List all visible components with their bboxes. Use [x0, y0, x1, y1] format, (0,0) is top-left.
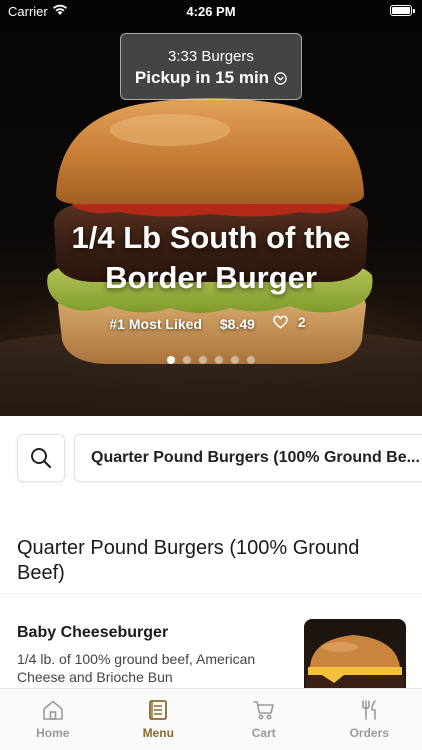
carousel-dot[interactable]	[215, 356, 223, 364]
chevron-down-circle-icon	[274, 71, 287, 85]
carousel-indicator[interactable]	[0, 356, 422, 364]
clock: 4:26 PM	[186, 4, 236, 19]
utensils-icon	[362, 700, 377, 720]
most-liked-badge: #1 Most Liked	[109, 316, 202, 332]
likes-count[interactable]: 2	[272, 314, 313, 330]
featured-title-line1: 1/4 Lb South of the	[71, 220, 351, 255]
heart-icon	[272, 315, 288, 329]
pickup-selector[interactable]: 3:33 Burgers Pickup in 15 min	[120, 33, 302, 100]
tab-menu[interactable]: Menu	[106, 689, 212, 750]
tab-orders[interactable]: Orders	[317, 689, 422, 750]
search-button[interactable]	[17, 434, 65, 482]
menu-item-card[interactable]: Baby Cheeseburger 1/4 lb. of 100% ground…	[0, 594, 422, 699]
tab-home[interactable]: Home	[0, 689, 106, 750]
item-description: 1/4 lb. of 100% ground beef, American Ch…	[17, 651, 256, 685]
hero-banner[interactable]: Carrier 4:26 PM 3:33 Burgers Pickup in 1…	[0, 0, 422, 416]
search-row: Quarter Pound Burgers (100% Ground Be...	[0, 416, 422, 500]
carousel-dot[interactable]	[231, 356, 239, 364]
pickup-time: Pickup in 15 min	[135, 68, 287, 88]
cart-icon	[252, 701, 274, 720]
tab-home-label: Home	[36, 726, 70, 740]
battery-icon	[390, 5, 415, 16]
tab-cart[interactable]: Cart	[211, 689, 317, 750]
home-icon	[42, 700, 63, 720]
status-bar: Carrier 4:26 PM	[0, 0, 422, 22]
carousel-dot[interactable]	[247, 356, 255, 364]
featured-item-title: 1/4 Lb South of the Border Burger	[0, 218, 422, 298]
tab-menu-label: Menu	[142, 726, 174, 740]
featured-title-line2: Border Burger	[105, 260, 317, 295]
tab-cart-label: Cart	[251, 726, 276, 740]
likes-number: 2	[297, 314, 306, 330]
item-name: Baby Cheeseburger	[17, 624, 169, 641]
tab-bar: Home Menu Cart Orders	[0, 688, 422, 750]
store-name: 3:33 Burgers	[168, 48, 254, 65]
featured-item-meta: #1 Most Liked $8.49 2	[0, 314, 422, 332]
menu-icon	[149, 700, 168, 720]
item-image	[304, 619, 406, 699]
category-tab-quarter-pound-burgers[interactable]: Quarter Pound Burgers (100% Ground Be...	[74, 434, 422, 482]
carousel-dot[interactable]	[167, 356, 175, 364]
tab-orders-label: Orders	[349, 726, 389, 740]
pickup-time-label: Pickup in 15 min	[134, 68, 270, 87]
carousel-dot[interactable]	[199, 356, 207, 364]
section-title: Quarter Pound Burgers (100% Ground Beef)	[17, 537, 360, 584]
search-icon	[31, 448, 52, 469]
carousel-dot[interactable]	[183, 356, 191, 364]
featured-price: $8.49	[219, 316, 255, 332]
